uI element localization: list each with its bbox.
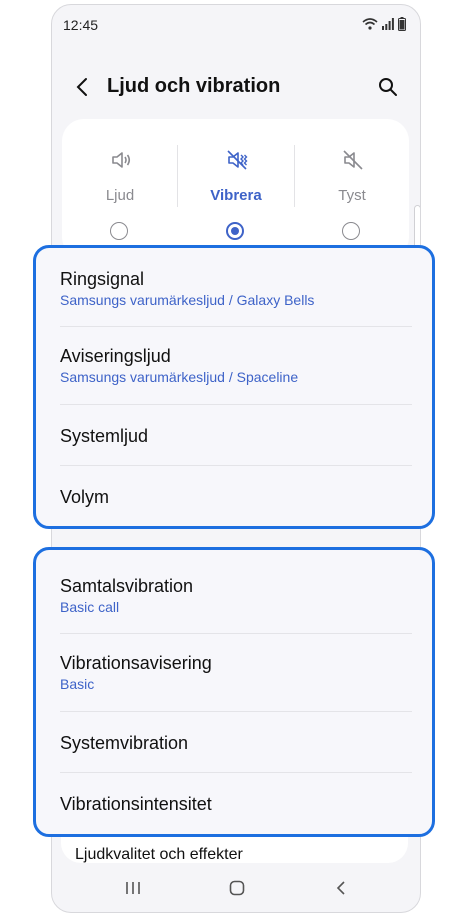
wifi-icon: [362, 18, 378, 30]
status-bar: 12:45: [52, 5, 420, 45]
home-icon: [229, 880, 245, 896]
mode-radio-vibrate[interactable]: [226, 222, 244, 240]
signal-icon: [382, 18, 394, 30]
divider: [60, 404, 412, 405]
item-title: Volym: [60, 487, 110, 507]
list-item-volume[interactable]: Volym: [60, 486, 412, 508]
vibration-settings-group: Samtalsvibration Basic call Vibrationsav…: [33, 547, 435, 837]
vibrate-icon: [227, 150, 248, 170]
app-bar: Ljud och vibration: [52, 65, 420, 109]
search-button[interactable]: [376, 75, 400, 99]
divider: [60, 772, 412, 773]
back-nav-icon: [336, 881, 345, 895]
list-item-call-vibration[interactable]: Samtalsvibration Basic call: [60, 575, 412, 616]
list-item-notification-vibration[interactable]: Vibrationsavisering Basic: [60, 652, 412, 693]
item-title: Systemljud: [60, 426, 149, 446]
item-subtitle: Samsungs varumärkesljud / Spaceline: [60, 369, 299, 385]
item-title: Vibrationsavisering: [60, 653, 212, 673]
item-title: Ringsignal: [60, 269, 145, 289]
speaker-icon: [112, 152, 131, 168]
mode-label-vibrate: Vibrera: [210, 187, 262, 204]
back-nav-button[interactable]: [331, 878, 351, 898]
item-subtitle: Basic call: [60, 599, 120, 615]
item-title: Aviseringsljud: [60, 346, 171, 366]
mode-label-sound: Ljud: [105, 187, 135, 204]
mode-radio-sound[interactable]: [110, 222, 128, 240]
home-button[interactable]: [227, 878, 247, 898]
search-icon: [379, 78, 397, 96]
divider: [60, 465, 412, 466]
list-item-system-sound[interactable]: Systemljud: [60, 425, 412, 447]
back-arrow-icon: [76, 78, 87, 96]
item-subtitle: Samsungs varumärkesljud / Galaxy Bells: [60, 292, 315, 308]
sound-settings-group: Ringsignal Samsungs varumärkesljud / Gal…: [33, 245, 435, 529]
mode-option-sound[interactable]: Ljud: [62, 119, 178, 259]
status-time: 12:45: [63, 17, 99, 33]
mute-icon: [343, 150, 363, 170]
list-item-vibration-intensity[interactable]: Vibrationsintensitet: [60, 793, 412, 815]
back-button[interactable]: [70, 75, 94, 99]
divider: [60, 633, 412, 634]
navigation-bar: [51, 868, 419, 908]
item-subtitle: Basic: [60, 676, 95, 692]
list-item-system-vibration[interactable]: Systemvibration: [60, 732, 412, 754]
mode-label-silent: Tyst: [338, 187, 366, 204]
divider: [60, 711, 412, 712]
recent-apps-icon: [126, 882, 140, 894]
sound-mode-selector: Ljud Vibrera Tyst: [62, 119, 409, 259]
mode-option-vibrate[interactable]: Vibrera: [178, 119, 294, 259]
list-item-sound-quality[interactable]: Ljudkvalitet och effekter: [75, 846, 243, 864]
item-title: Vibrationsintensitet: [60, 794, 212, 814]
list-item-notification-sound[interactable]: Aviseringsljud Samsungs varumärkesljud /…: [60, 345, 412, 386]
divider: [60, 326, 412, 327]
mode-radio-silent[interactable]: [342, 222, 360, 240]
mode-option-silent[interactable]: Tyst: [294, 119, 410, 259]
item-title: Samtalsvibration: [60, 576, 194, 596]
page-title: Ljud och vibration: [107, 75, 281, 97]
item-title: Systemvibration: [60, 733, 189, 753]
status-icons: [362, 17, 406, 31]
list-item-ringtone[interactable]: Ringsignal Samsungs varumärkesljud / Gal…: [60, 268, 412, 309]
battery-icon: [398, 17, 406, 31]
recent-apps-button[interactable]: [123, 878, 143, 898]
